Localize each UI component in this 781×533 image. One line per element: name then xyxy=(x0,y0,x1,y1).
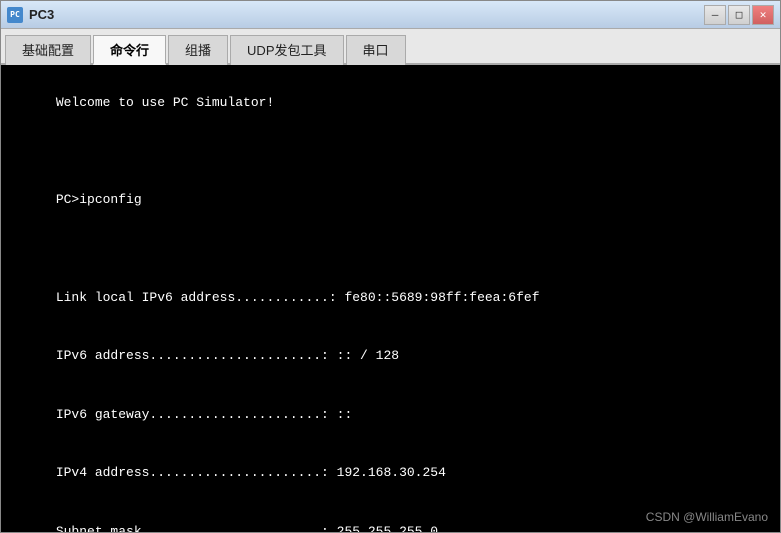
maximize-button[interactable]: □ xyxy=(728,5,750,25)
minimize-button[interactable]: — xyxy=(704,5,726,25)
title-buttons: — □ ✕ xyxy=(704,5,774,25)
prompt-line-1: PC>ipconfig xyxy=(56,192,142,207)
window-icon: PC xyxy=(7,7,23,23)
tab-basic-config[interactable]: 基础配置 xyxy=(5,35,91,65)
title-bar: PC PC3 — □ ✕ xyxy=(1,1,780,29)
ipv6-address: IPv6 address......................: :: /… xyxy=(56,348,399,363)
watermark: CSDN @WilliamEvano xyxy=(646,510,768,524)
terminal-container[interactable]: Welcome to use PC Simulator! PC>ipconfig… xyxy=(1,65,780,532)
terminal-output: Welcome to use PC Simulator! PC>ipconfig… xyxy=(9,73,772,532)
welcome-line: Welcome to use PC Simulator! xyxy=(56,95,274,110)
tab-udp-tool[interactable]: UDP发包工具 xyxy=(230,35,343,65)
ipv4-address: IPv4 address......................: 192.… xyxy=(56,465,446,480)
tab-serial[interactable]: 串口 xyxy=(346,35,406,65)
tab-multicast[interactable]: 组播 xyxy=(168,35,228,65)
close-button[interactable]: ✕ xyxy=(752,5,774,25)
window-title: PC3 xyxy=(29,7,54,22)
tab-bar: 基础配置 命令行 组播 UDP发包工具 串口 xyxy=(1,29,780,65)
tab-command-line[interactable]: 命令行 xyxy=(93,35,166,65)
title-bar-left: PC PC3 xyxy=(7,7,54,23)
main-window: PC PC3 — □ ✕ 基础配置 命令行 组播 UDP发包工具 串口 Welc… xyxy=(0,0,781,533)
ipv6-gateway: IPv6 gateway......................: :: xyxy=(56,407,352,422)
ipv6-link-local: Link local IPv6 address............: fe8… xyxy=(56,290,540,305)
subnet-mask: Subnet mask.......................: 255.… xyxy=(56,524,438,533)
